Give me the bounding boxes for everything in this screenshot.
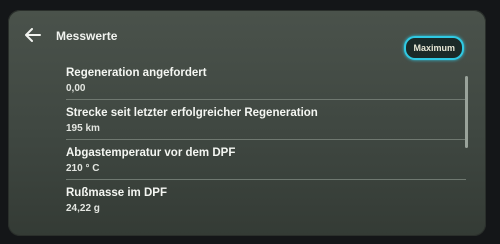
back-button[interactable] [22, 24, 44, 46]
measurements-screen: Messwerte Maximum Regeneration angeforde… [8, 10, 486, 236]
back-arrow-icon [25, 28, 41, 42]
measurement-value: 210 ° C [66, 163, 100, 174]
list-item[interactable]: Regeneration angefordert 0,00 [66, 60, 466, 100]
list-item[interactable]: Rußmasse im DPF 24,22 g [66, 180, 466, 220]
list-item[interactable]: Abgastemperatur vor dem DPF 210 ° C [66, 140, 466, 180]
scrollbar[interactable] [465, 76, 468, 148]
header-bar: Messwerte Maximum [8, 10, 486, 60]
measurement-list: Regeneration angefordert 0,00 Strecke se… [66, 60, 466, 220]
measurement-value: 24,22 g [66, 203, 100, 214]
list-item[interactable]: Strecke seit letzter erfolgreicher Regen… [66, 100, 466, 140]
measurement-label: Abgastemperatur vor dem DPF [66, 147, 236, 159]
measurement-label: Regeneration angefordert [66, 67, 207, 79]
measurement-value: 0,00 [66, 83, 86, 94]
maximum-button[interactable]: Maximum [404, 36, 464, 60]
measurement-label: Strecke seit letzter erfolgreicher Regen… [66, 107, 318, 119]
measurement-value: 195 km [66, 123, 100, 134]
measurement-label: Rußmasse im DPF [66, 187, 167, 199]
page-title: Messwerte [56, 29, 118, 43]
